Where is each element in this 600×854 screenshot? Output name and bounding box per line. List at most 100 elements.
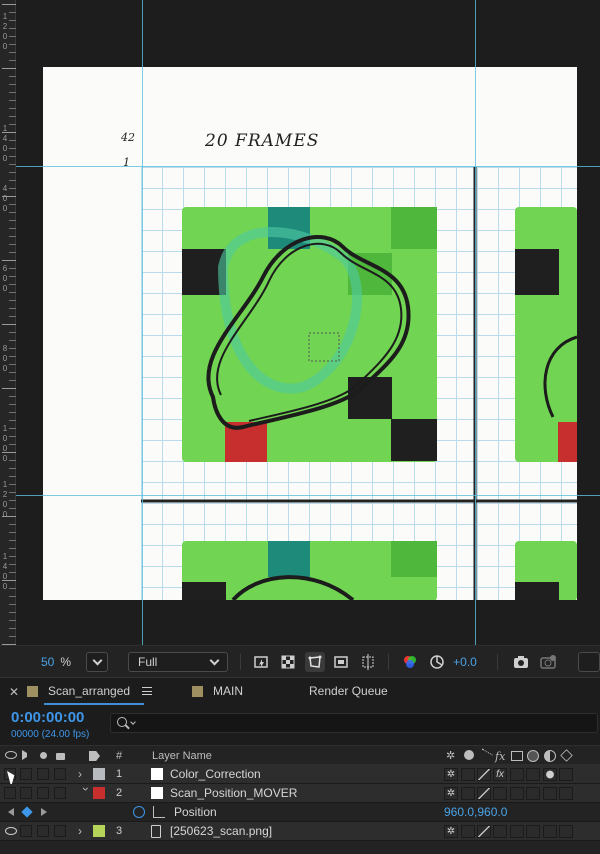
solo-switch[interactable] [37,768,49,780]
3d-layer-switch[interactable] [559,787,573,800]
chevron-right-icon[interactable]: › [78,824,90,838]
lock-switch[interactable] [54,768,66,780]
layer-search-input[interactable] [110,713,598,733]
frame-blend-switch[interactable] [510,768,524,781]
composition-canvas[interactable]: 20 FRAMES 42 1 [43,67,577,600]
audio-switch[interactable] [20,825,32,837]
solo-icon[interactable] [40,752,47,759]
composition-viewer[interactable]: 12001400400600800100012001400 20 FRAMES … [0,0,600,645]
layer-row-scan-position-mover[interactable]: › 2 Scan_Position_MOVER ✲ [0,784,600,803]
effects-switch[interactable]: fx [493,768,507,781]
next-keyframe-icon[interactable] [41,808,47,816]
adjustment-layer-icon[interactable] [544,750,556,762]
chevron-down-icon[interactable]: › [79,787,93,799]
frame-blend-switch[interactable] [510,825,524,838]
color-management-icon[interactable] [427,652,447,672]
stopwatch-icon[interactable] [133,806,145,818]
ruler-tick [9,316,16,317]
layer-name[interactable]: Color_Correction [170,767,261,781]
fast-preview-icon[interactable] [251,652,271,672]
3d-layer-icon[interactable] [560,749,573,762]
chevron-right-icon[interactable]: › [78,767,90,781]
layer-row-scan-png[interactable]: › 3 [250623_scan.png] ✲ [0,822,600,841]
quality-switch[interactable] [477,825,491,838]
property-row-position[interactable]: Position 960.0,960.0 [0,803,600,822]
collapse-switch[interactable] [461,768,475,781]
guide-horizontal-top[interactable] [16,166,600,167]
ruler-tick [9,84,16,85]
audio-switch[interactable] [20,768,32,780]
show-snapshot-icon[interactable] [538,652,558,672]
lock-switch[interactable] [54,825,66,837]
eye-icon[interactable] [5,751,17,759]
collapse-switch[interactable] [461,825,475,838]
transparency-grid-icon[interactable] [278,652,298,672]
current-time-display[interactable]: 0:00:00:00 [11,709,84,726]
previous-keyframe-icon[interactable] [8,808,14,816]
lock-icon[interactable] [56,753,65,760]
layer-name[interactable]: [250623_scan.png] [170,824,272,838]
effects-switch[interactable] [493,787,507,800]
shy-switch[interactable]: ✲ [444,825,458,838]
snapshot-icon[interactable] [511,652,531,672]
resolution-select[interactable]: Full [128,652,228,672]
solo-switch[interactable] [37,825,49,837]
label-tag-icon[interactable] [89,751,100,761]
graph-editor-icon[interactable] [153,806,165,818]
keyframe-diamond-icon[interactable] [21,806,33,818]
exposure-value[interactable]: +0.0 [451,652,479,672]
motion-blur-switch[interactable] [526,787,540,800]
layer-label-color[interactable] [93,825,105,837]
shy-switch[interactable]: ✲ [444,787,458,800]
solo-switch[interactable] [37,787,49,799]
adjustment-layer-switch[interactable] [543,825,557,838]
viewer-extra-field[interactable] [578,652,600,672]
quality-switch[interactable] [477,787,491,800]
quality-switch[interactable] [477,768,491,781]
ruler-number: 0 [2,572,8,581]
layer-name-column-header[interactable]: Layer Name [152,750,212,762]
audio-switch[interactable] [20,787,32,799]
eye-icon[interactable] [5,827,17,835]
ruler-tick [9,588,16,589]
motion-blur-switch[interactable] [526,825,540,838]
video-switch[interactable] [4,787,16,799]
shy-switch[interactable]: ✲ [444,768,458,781]
frame-blend-switch[interactable] [510,787,524,800]
layer-name[interactable]: Scan_Position_MOVER [170,786,297,800]
3d-layer-switch[interactable] [559,768,573,781]
vertical-ruler[interactable]: 12001400400600800100012001400 [0,0,16,645]
layer-row-color-correction[interactable]: › 1 Color_Correction ✲ fx [0,765,600,787]
zoom-control[interactable]: 50 % [36,652,76,672]
layer-label-color[interactable] [93,768,105,780]
layer-label-color[interactable] [93,787,105,799]
motion-blur-switch[interactable] [526,768,540,781]
guide-vertical-left[interactable] [142,0,143,645]
collapse-switch[interactable] [461,787,475,800]
quality-icon[interactable] [477,748,493,764]
tab-scan-arranged[interactable]: Scan_arranged [27,684,153,698]
effects-switch[interactable] [493,825,507,838]
3d-layer-switch[interactable] [559,825,573,838]
color-channel-icon[interactable] [400,652,420,672]
guides-icon[interactable] [358,652,378,672]
frame-blend-icon[interactable] [511,751,523,761]
close-icon[interactable]: ✕ [9,685,19,699]
fx-column-header[interactable]: fx [495,750,505,763]
collapse-icon[interactable] [464,750,474,760]
motion-blur-icon[interactable] [527,750,539,762]
audio-icon[interactable] [22,750,32,760]
shy-icon[interactable]: ✲ [446,751,458,762]
guide-horizontal-bottom[interactable] [16,495,600,496]
lock-switch[interactable] [54,787,66,799]
guide-vertical-right[interactable] [475,0,476,645]
tab-render-queue[interactable]: Render Queue [309,684,388,698]
adjustment-layer-switch[interactable] [543,768,557,781]
zoom-dropdown-button[interactable] [86,652,108,672]
tab-main[interactable]: MAIN [192,684,243,698]
region-of-interest-icon[interactable] [331,652,351,672]
position-value[interactable]: 960.0,960.0 [444,805,507,819]
panel-menu-icon[interactable] [142,687,153,695]
mask-visibility-icon[interactable] [305,652,325,672]
adjustment-layer-switch[interactable] [543,787,557,800]
